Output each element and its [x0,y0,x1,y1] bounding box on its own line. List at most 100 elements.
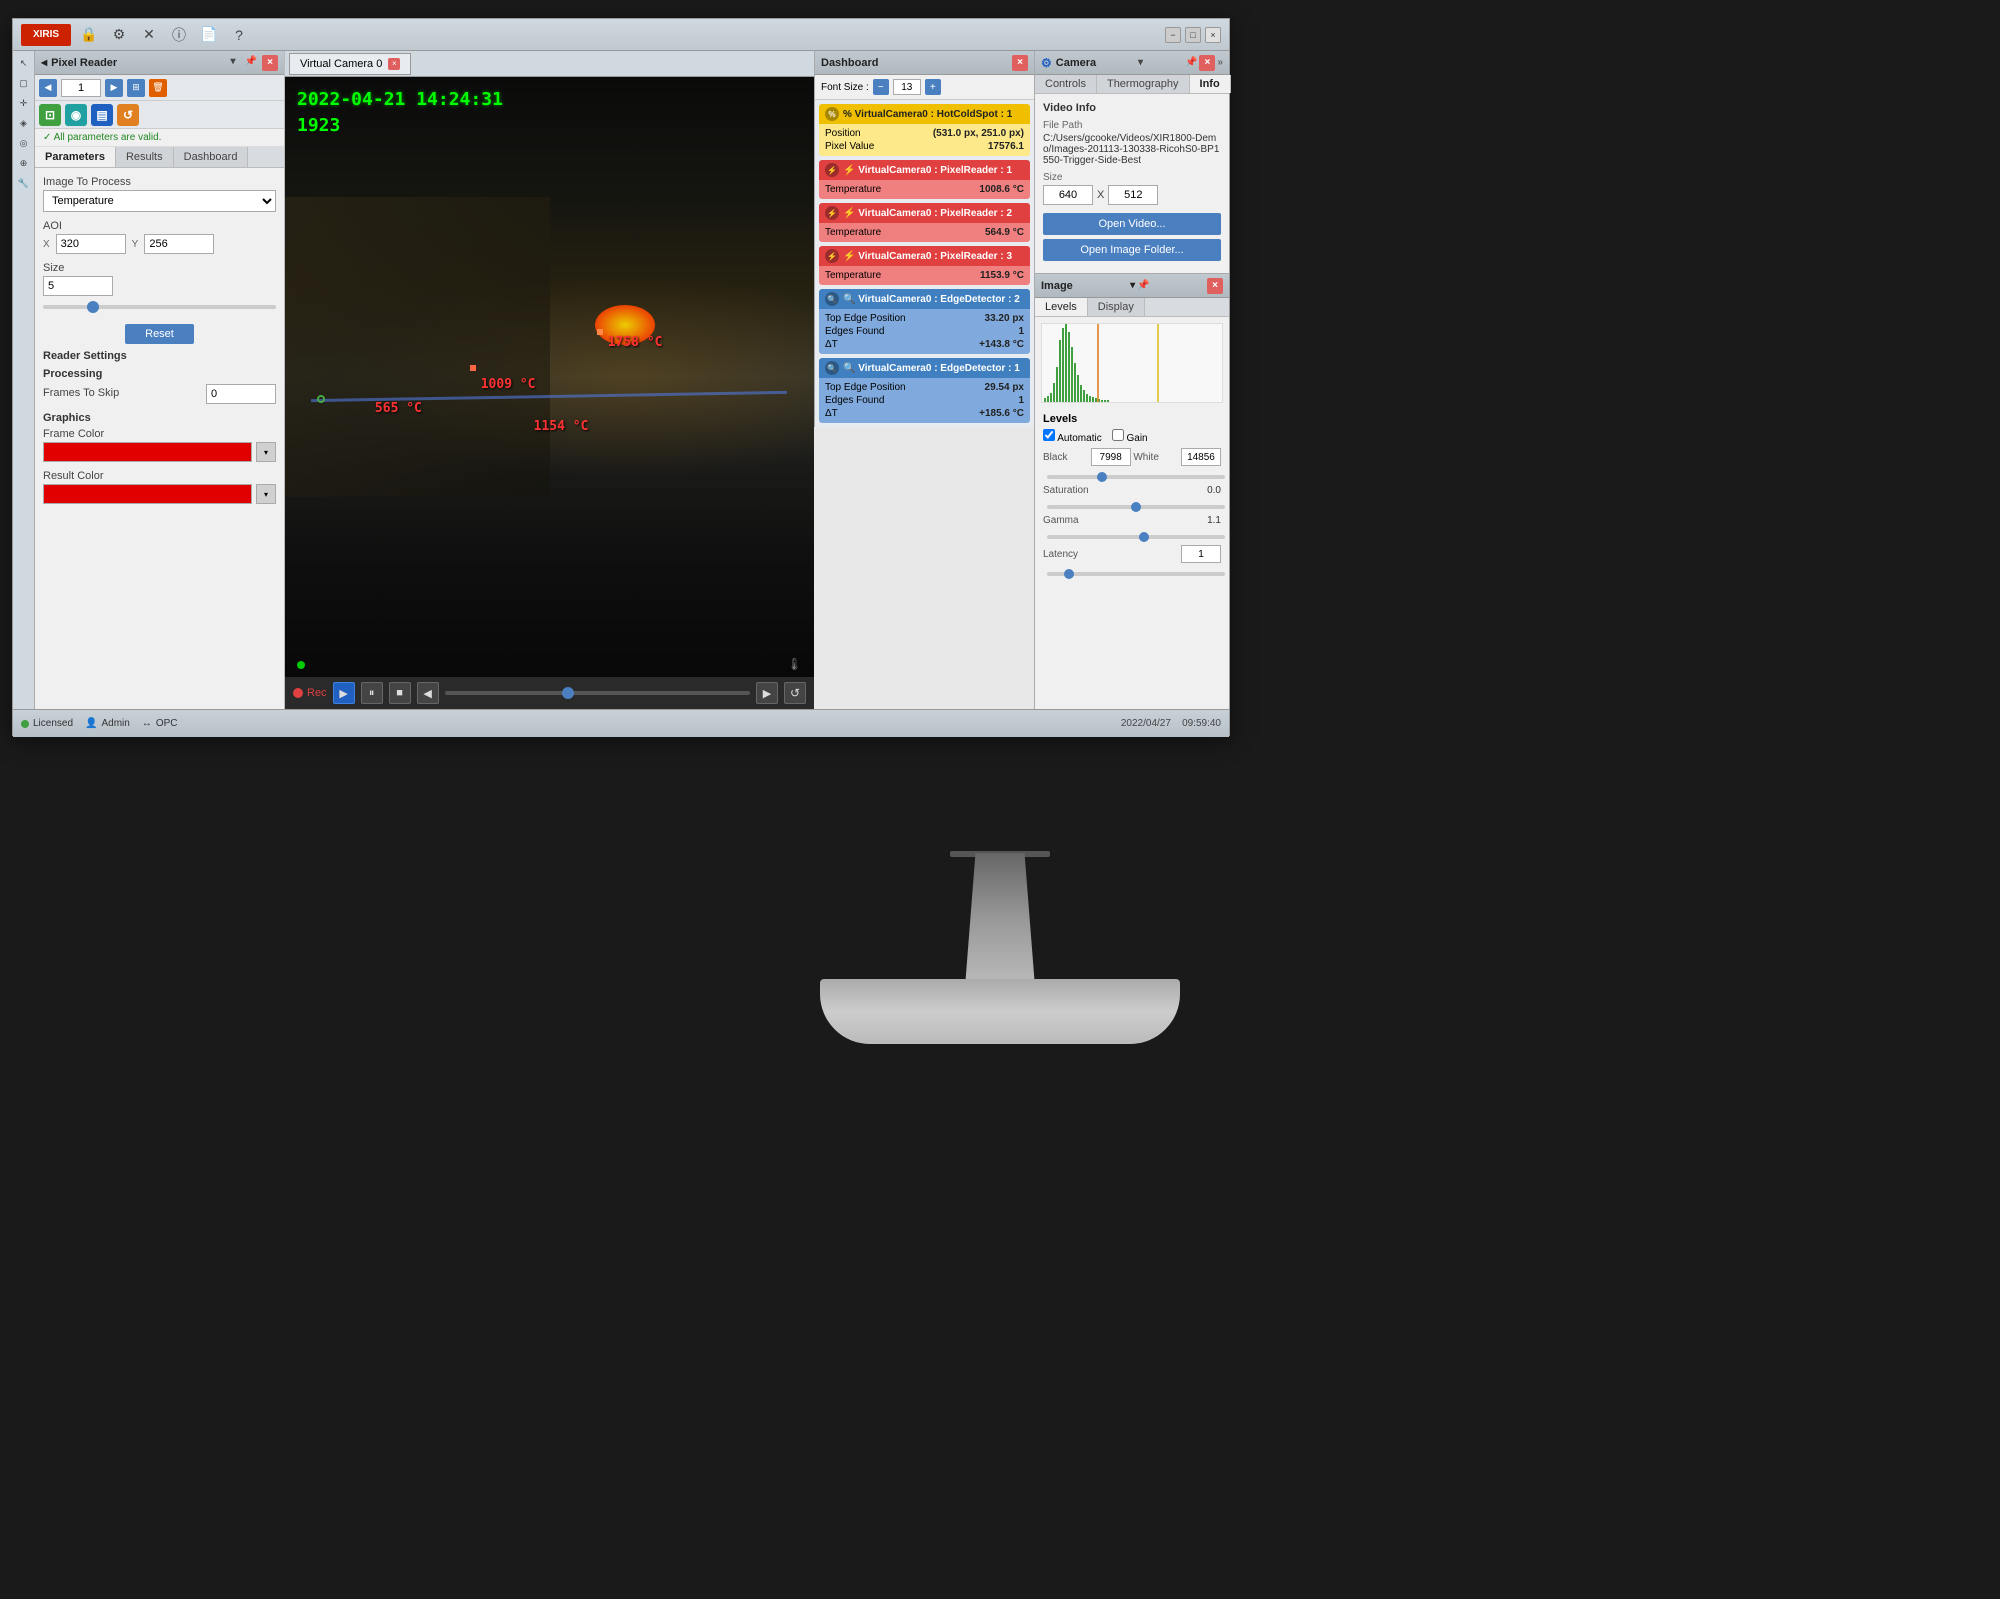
x-input[interactable] [56,234,126,254]
black-level-row: Black White [1043,448,1221,466]
view-tool-button[interactable]: ◉ [65,104,87,126]
tab-thermography[interactable]: Thermography [1097,75,1190,93]
frame-color-dropdown[interactable]: ▾ [256,442,276,462]
y-input[interactable] [144,234,214,254]
tools-icon[interactable]: ✕ [139,25,159,45]
dropdown-icon[interactable]: ▾ [226,55,240,69]
font-size-input[interactable] [893,79,921,95]
latency-slider[interactable] [1047,572,1225,576]
admin-status: 👤 Admin [85,718,130,729]
tab-controls[interactable]: Controls [1035,75,1097,93]
result-color-box[interactable] [43,484,252,504]
sync-tool-button[interactable]: ↺ [117,104,139,126]
ed1-edges-row: Edges Found 1 [825,394,1024,407]
tool-cursor[interactable]: ↖ [16,55,32,71]
latency-value-input[interactable] [1181,545,1221,563]
size-row: X [1043,185,1221,205]
temp-1758: 1758 °C [608,335,663,350]
maximize-button[interactable]: □ [1185,27,1201,43]
pixel-reader-collapse-icon[interactable]: ◀ [41,58,47,67]
minimize-button[interactable]: − [1165,27,1181,43]
gamma-slider[interactable] [1047,535,1225,539]
camera-scroll-icon[interactable]: » [1217,57,1223,68]
grid-button[interactable]: ⊞ [127,79,145,97]
frames-to-skip-input[interactable] [206,384,276,404]
pr3-temp-label: Temperature [825,270,881,281]
frame-number-input[interactable] [61,79,101,97]
image-close-button[interactable]: × [1207,278,1223,294]
settings-icon[interactable]: ⚙ [109,25,129,45]
prev-video-button[interactable]: ◀ [417,682,439,704]
size-slider-container [43,296,276,316]
tool-plus[interactable]: ✛ [16,95,32,111]
tool-search[interactable]: ⊕ [16,155,32,171]
image-tab-levels[interactable]: Levels [1035,298,1088,316]
open-video-button[interactable]: Open Video... [1043,213,1221,235]
next-video-button[interactable]: ▶ [756,682,778,704]
edgedetector2-icon: 🔍 [825,292,839,306]
size-label: Size [43,262,276,274]
tab-parameters[interactable]: Parameters [35,147,116,167]
image-tab-display[interactable]: Display [1088,298,1145,316]
black-white-slider[interactable] [1047,475,1225,479]
size-slider[interactable] [43,305,276,309]
tool-wrench[interactable]: 🔧 [16,175,32,191]
play-video-button[interactable]: ▶ [333,682,355,704]
result-color-dropdown[interactable]: ▾ [256,484,276,504]
delete-button[interactable]: 🗑 [149,79,167,97]
crop-tool-button[interactable]: ⊡ [39,104,61,126]
lock-icon[interactable]: 🔒 [79,25,99,45]
pin-icon[interactable]: 📌 [244,55,258,69]
frame-color-box[interactable] [43,442,252,462]
virtual-camera-tab-close[interactable]: × [388,58,400,70]
film-tool-button[interactable]: ▤ [91,104,113,126]
stop-video-button[interactable]: ■ [389,682,411,704]
saturation-label: Saturation [1043,485,1088,496]
image-pin-icon[interactable]: 📌 [1137,280,1149,291]
refresh-video-button[interactable]: ↺ [784,682,806,704]
size-label-cam: Size [1043,172,1221,183]
size-input[interactable] [43,276,113,296]
prev-frame-button[interactable]: ◀ [39,79,57,97]
pixel-value-label: Pixel Value [825,141,874,152]
camera-close-button[interactable]: × [1199,55,1215,71]
width-input[interactable] [1043,185,1093,205]
video-progress-slider[interactable] [445,691,750,695]
document-icon[interactable]: 📄 [199,25,219,45]
camera-dropdown-icon[interactable]: ▾ [1138,57,1143,68]
hotcoldspot-icon: % [825,107,839,121]
record-button[interactable]: Rec [293,687,327,699]
dashboard-card-pixelreader2: ⚡ ⚡ VirtualCamera0 : PixelReader : 2 Tem… [819,203,1030,242]
info-circle-icon[interactable]: ⓘ [169,25,189,45]
camera-pin-icon[interactable]: 📌 [1185,57,1197,68]
close-button[interactable]: × [1205,27,1221,43]
open-image-folder-button[interactable]: Open Image Folder... [1043,239,1221,261]
virtual-camera-tab[interactable]: Virtual Camera 0 × [289,53,411,75]
tab-results[interactable]: Results [116,147,174,167]
play-button[interactable]: ▶ [105,79,123,97]
pixel-reader-close-button[interactable]: × [262,55,278,71]
white-value-input[interactable] [1181,448,1221,466]
font-size-decrease-button[interactable]: − [873,79,889,95]
tool-eye[interactable]: ◎ [16,135,32,151]
frame-number-display: 1923 [297,115,340,136]
result-color-label: Result Color [43,470,276,482]
position-value: (531.0 px, 251.0 px) [933,128,1024,139]
tab-info[interactable]: Info [1190,75,1231,93]
automatic-checkbox[interactable] [1043,429,1055,441]
dashboard-close-button[interactable]: × [1012,55,1028,71]
height-input[interactable] [1108,185,1158,205]
reset-button[interactable]: Reset [125,324,194,344]
tab-dashboard[interactable]: Dashboard [174,147,249,167]
black-value-input[interactable] [1091,448,1131,466]
tool-shapes[interactable]: ◈ [16,115,32,131]
saturation-slider[interactable] [1047,505,1225,509]
help-icon[interactable]: ? [229,25,249,45]
font-size-increase-button[interactable]: + [925,79,941,95]
image-type-select[interactable]: Temperature [43,190,276,212]
image-dropdown-icon[interactable]: ▾ [1130,280,1135,291]
gain-checkbox[interactable] [1112,429,1124,441]
tool-square[interactable]: ▢ [16,75,32,91]
temp-marker-1009 [470,365,476,371]
pause-video-button[interactable]: ⏸ [361,682,383,704]
